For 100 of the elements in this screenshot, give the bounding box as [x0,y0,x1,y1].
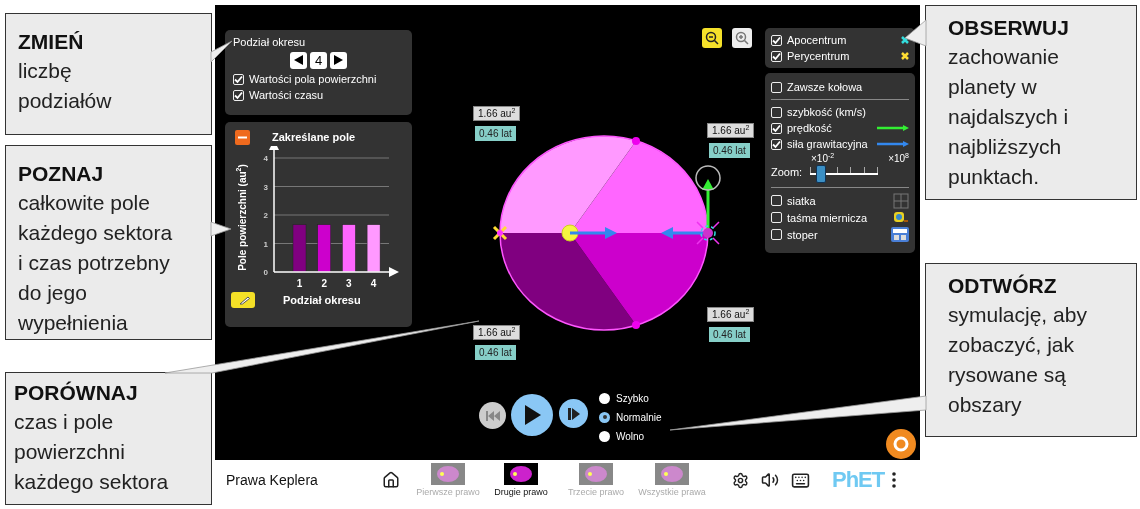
tick-label: 4 [263,154,268,163]
settings-button[interactable] [732,471,749,489]
play-icon [523,405,541,425]
sim-title: Prawa Keplera [226,472,319,488]
radio-button[interactable] [599,430,610,442]
screen-tab[interactable]: Wszystkie prawa [632,463,712,497]
screen-tab[interactable]: Drugie prawo [482,463,560,497]
callout-title: ZMIEŃ [18,29,85,55]
division-point [632,137,640,145]
sound-button[interactable] [761,471,779,489]
grid-icon [893,192,909,209]
stopwatch-icon [891,227,909,242]
time-value: 0.46 lat [709,143,750,158]
time-value: 0.46 lat [709,327,750,342]
checkbox-label: prędkość [787,122,832,134]
tape-measure-icon [893,210,909,225]
zoom-in-icon [735,31,749,45]
keyboard-icon [791,470,810,490]
rewind-button[interactable] [479,402,506,429]
screen-thumbnail [655,463,689,485]
callout-text: liczbę podziałów [18,58,113,114]
checkbox-label: stoper [787,228,818,241]
zoom-min-label: ×10$^{-2}$ [811,153,835,164]
reset-icon [893,436,909,452]
category-label: 2 [321,278,327,289]
bar [292,224,307,273]
home-icon [382,471,400,489]
checkbox[interactable] [771,81,782,93]
checkbox-label: siła grawitacyjna [787,138,868,150]
area-value: 1.66 au$^{2}$ [707,123,755,138]
checkbox[interactable] [771,122,782,134]
area-value: 1.66 au$^{2}$ [707,307,755,322]
screen-thumbnail [579,463,613,485]
velocity-handle[interactable] [695,165,721,191]
callout-text: całkowite pole każdego sektora i czas potrzebny do jego wypełnienia [18,190,174,336]
checkbox[interactable] [771,212,782,223]
checkbox[interactable] [771,106,782,118]
time-value: 0.46 lat [475,345,516,360]
left-arrow-icon [294,55,303,65]
checkbox-label: szybkość (km/s) [787,106,866,118]
eraser-button[interactable] [231,292,255,308]
zoom-max-label: ×10$^{8}$ [888,153,909,164]
planet[interactable] [696,221,720,245]
checkbox[interactable] [771,195,782,206]
checkbox-label: Apocentrum [787,34,847,46]
collapse-button[interactable] [235,129,250,145]
force-arrow [570,227,617,239]
checkbox-label: siatka [787,194,816,207]
reset-button[interactable] [886,429,916,459]
step-button[interactable] [559,399,588,428]
zoom-in-button[interactable] [732,28,752,48]
radio-button[interactable] [599,411,610,423]
area-value: 1.66 au$^{2}$ [473,325,521,340]
panel-title: Zakreślane pole [272,131,356,143]
slider-thumb[interactable] [816,165,827,183]
speaker-icon [761,471,779,489]
callout-text: zachowanie planety w najdalszych i najbliższych punktach. [948,44,1070,190]
zoom-label: Zoom: [771,166,803,178]
radio-label: Normalnie [616,411,662,423]
home-button[interactable] [382,471,400,489]
menu-button[interactable] [892,472,897,488]
checkbox[interactable] [233,73,244,85]
tick-label: 1 [263,239,268,249]
callout-text: symulację, aby zobaczyć, jak rysowane są obszary [948,302,1088,418]
checkbox-label: Zawsze kołowa [787,81,863,93]
category-label: 4 [370,278,377,289]
category-label: 3 [346,278,352,289]
checkbox-label: taśma miernicza [787,211,868,224]
checkbox[interactable] [771,138,782,150]
tick-label: 0 [263,268,268,277]
apocenter-marker [700,225,716,241]
zoom-out-button[interactable] [702,28,722,48]
keyboard-button[interactable] [791,470,810,490]
checkbox[interactable] [233,89,244,101]
division-point [632,321,640,329]
decrement-button[interactable] [290,51,307,69]
screen-thumbnail [431,463,465,485]
logo: PhET [832,467,885,493]
right-arrow-icon [334,55,343,65]
zoom-out-icon [705,31,719,45]
screen-tab[interactable]: Trzecie prawo [560,463,632,497]
tick-label: 3 [263,182,268,192]
increment-button[interactable] [330,51,347,69]
checkbox-label: Perycentrum [787,50,850,62]
division-count: 4 [310,51,327,69]
radio-button[interactable] [599,392,610,404]
screen-tab[interactable]: Pierwsze prawo [414,463,482,497]
checkbox-label: Wartości czasu [249,89,324,101]
pericenter-marker [492,225,508,241]
rewind-icon [485,410,500,421]
step-icon [567,407,580,420]
sun[interactable] [561,224,579,242]
screen-thumbnail [504,463,538,485]
play-button[interactable] [511,394,553,436]
bar [317,224,331,273]
checkbox[interactable] [771,229,782,240]
callout-text: czas i pole powierzchni każdego sektora [14,409,170,495]
checkbox[interactable] [771,34,782,46]
checkbox[interactable] [771,50,782,62]
settings-icon [732,471,749,489]
